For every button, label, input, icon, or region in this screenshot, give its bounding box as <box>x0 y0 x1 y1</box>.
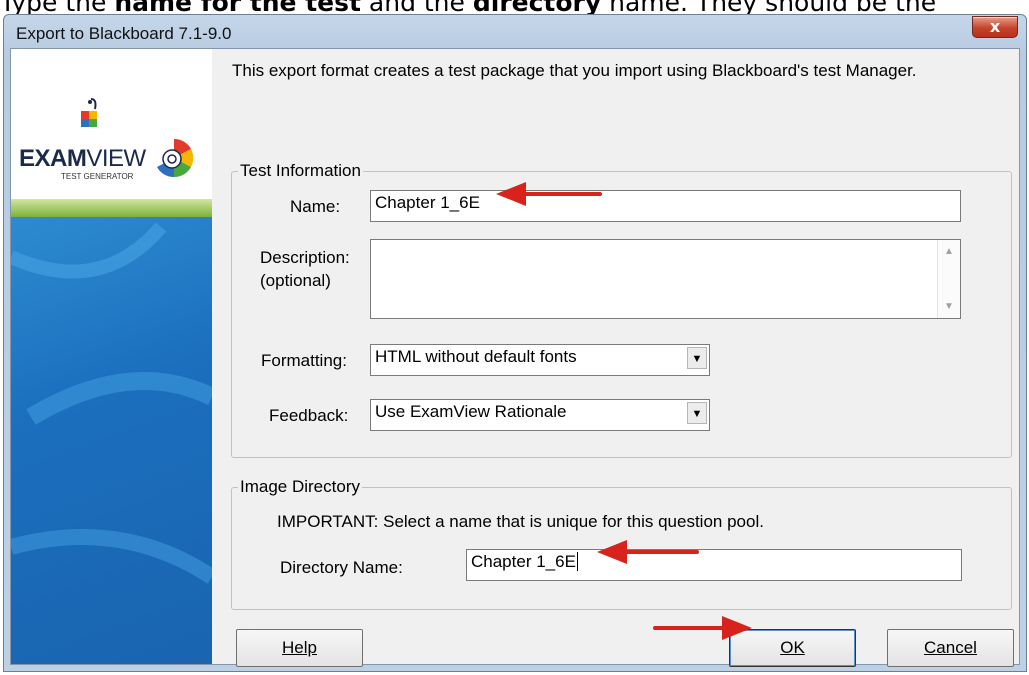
red-arrow-name-icon <box>496 182 602 206</box>
annotation-arrows-layer <box>496 182 752 640</box>
red-arrow-ok-icon <box>653 616 752 640</box>
red-arrow-directory-icon <box>597 540 699 564</box>
